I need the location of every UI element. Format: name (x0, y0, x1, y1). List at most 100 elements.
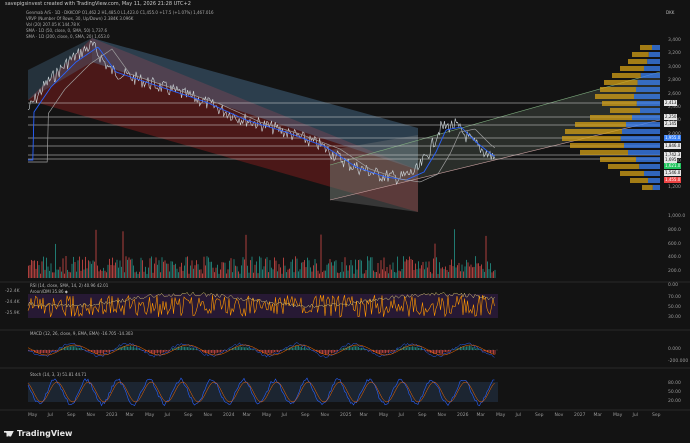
macd-hist-bar (251, 349, 253, 350)
volume-bar (74, 262, 76, 278)
volume-bar (431, 273, 433, 278)
vrvp-bar-up (570, 143, 624, 148)
volume-bar (373, 270, 374, 278)
aroon-label[interactable]: Aroon/DMI 35.86 ◆ (30, 289, 68, 295)
volume-bar (283, 257, 284, 278)
vrvp-bar-down (652, 185, 660, 190)
macd-hist-bar (307, 349, 308, 350)
volume-bar (158, 260, 160, 278)
price-tick: 2,800 (668, 78, 681, 84)
volume-bar (46, 257, 47, 278)
volume-bar (293, 272, 295, 278)
macd-hist-bar (188, 346, 190, 350)
time-tick: Mar (125, 413, 135, 418)
volume-bar (424, 269, 425, 278)
volume-bar (176, 268, 178, 278)
volume-bar (100, 269, 101, 278)
macd-hist-bar (469, 345, 470, 350)
macd-hist-bar (361, 347, 362, 350)
macd-hist-bar (466, 346, 467, 350)
macd-hist-bar (92, 350, 94, 352)
volume-bar (151, 256, 152, 278)
volume-bar (376, 272, 377, 278)
volume-bar (397, 256, 398, 278)
volume-bar (458, 262, 460, 278)
time-tick: May (379, 413, 389, 418)
macd-hist-bar (352, 347, 353, 350)
macd-hist-bar (350, 347, 352, 350)
volume-bar (202, 273, 203, 278)
macd-hist-bar (440, 350, 442, 355)
volume-bars (28, 229, 496, 278)
volume-bar (311, 271, 313, 278)
volume-bar (454, 229, 455, 278)
time-tick: Nov (203, 413, 213, 418)
stoch-label[interactable]: Stoch (14, 3, 3) 51.81 44.71 (30, 372, 86, 378)
macd-hist-bar (215, 350, 217, 354)
macd-hist-bar (332, 350, 334, 353)
volume-bar (133, 265, 134, 278)
volume-bar (485, 235, 487, 278)
rsi-left-tick: -24.4K (5, 300, 20, 305)
volume-bar (166, 263, 167, 278)
volume-bar (217, 264, 218, 278)
volume-bar (470, 264, 472, 278)
price-tick: 1,200 (668, 185, 681, 191)
macd-hist-bar (136, 347, 137, 350)
time-tick: May (145, 413, 155, 418)
volume-bar (266, 257, 268, 278)
macd-hist-bar (329, 350, 331, 353)
price-chart-canvas[interactable] (0, 0, 690, 443)
macd-hist-bar (443, 350, 445, 353)
volume-bar (110, 264, 112, 278)
volume-bar (89, 261, 91, 278)
volume-bar (323, 270, 325, 278)
price-tick: 2,600 (668, 91, 681, 97)
volume-bar (344, 257, 346, 278)
macd-hist-bar (130, 345, 131, 350)
tradingview-logo[interactable]: TradingView (4, 429, 72, 438)
vrvp-bar-down (636, 157, 660, 162)
time-tick: Jul (281, 413, 287, 418)
macd-hist-bar (101, 350, 103, 354)
volume-bar (413, 269, 415, 278)
macd-hist-bar (493, 350, 494, 354)
macd-hist-bar (134, 347, 136, 350)
macd-label[interactable]: MACD (12, 26, close, 9, EMA, EMA) -16.70… (30, 331, 133, 337)
volume-bar (121, 266, 122, 278)
volume-bar (232, 272, 233, 278)
volume-bar (481, 264, 482, 278)
macd-hist-bar (382, 350, 383, 353)
macd-hist-bar (425, 350, 427, 351)
volume-bar (385, 271, 386, 278)
vrvp-bar-down (637, 80, 660, 85)
vrvp-bar-up (565, 129, 622, 134)
volume-bar (35, 268, 37, 278)
volume-bar (434, 243, 436, 278)
macd-hist-bar (179, 347, 181, 350)
volume-bar (53, 272, 55, 278)
vrvp-bar-up (602, 101, 637, 106)
volume-bar (464, 266, 466, 278)
volume-bar (448, 271, 449, 278)
volume-bar (94, 261, 95, 278)
macd-hist-bar (301, 346, 302, 350)
volume-bar (325, 270, 326, 278)
macd-hist-bar (442, 350, 443, 354)
volume-bar (122, 231, 124, 278)
volume-bar (209, 261, 211, 278)
price-tag: 1,955.0 (664, 135, 682, 141)
volume-bar (154, 263, 155, 278)
vrvp-bar-up (604, 80, 638, 85)
vrvp-bar-down (628, 150, 660, 155)
volume-bar (76, 271, 77, 278)
volume-bar (364, 273, 365, 278)
macd-hist-bar (221, 350, 223, 352)
macd-hist-bar (472, 347, 473, 350)
volume-bar (137, 273, 139, 278)
macd-hist-bar (70, 346, 71, 350)
volume-bar (170, 261, 172, 278)
macd-hist-bar (292, 347, 293, 350)
price-tag: 2,250 (664, 114, 678, 120)
volume-bar (404, 261, 406, 278)
